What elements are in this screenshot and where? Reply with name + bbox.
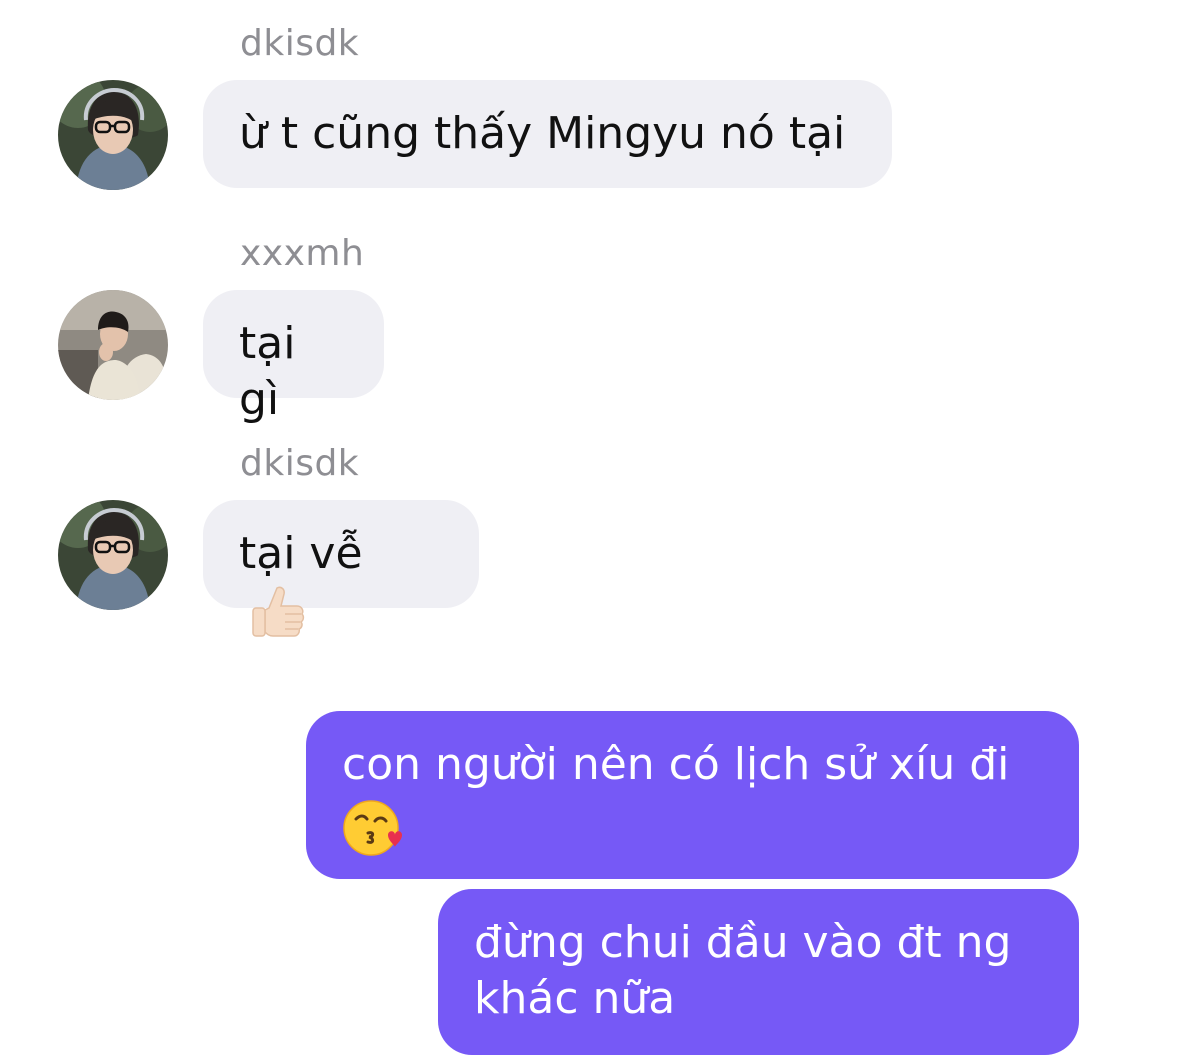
sender-name: dkisdk: [240, 23, 360, 64]
message-bubble[interactable]: ừ t cũng thấy Mingyu nó tại: [203, 80, 892, 188]
avatar-dkisdk-image: [58, 500, 168, 610]
avatar-dkisdk-image: [58, 80, 168, 190]
message-text: ừ t cũng thấy Mingyu nó tại: [239, 108, 846, 159]
avatar[interactable]: [58, 500, 168, 610]
sender-name: dkisdk: [240, 443, 360, 484]
message-text: con người nên có lịch sử xíu đi: [342, 739, 1010, 790]
sender-name: xxxmh: [240, 233, 365, 274]
message-text: tại vễ: [239, 528, 363, 579]
thumbs-up-icon: [247, 582, 307, 656]
avatar[interactable]: [58, 290, 168, 400]
message-bubble[interactable]: tại gì: [203, 290, 384, 425]
message-text: đừng chui đầu vào đt ng: [474, 917, 1012, 968]
avatar[interactable]: [58, 80, 168, 190]
face-blowing-kiss-icon: [342, 797, 1043, 873]
message-bubble[interactable]: đừng chui đầu vào đt ng khác nữa: [438, 889, 1079, 1055]
avatar-xxxmh-image: [58, 290, 168, 400]
message-bubble[interactable]: tại vễ: [203, 500, 479, 637]
message-bubble[interactable]: con người nên có lịch sử xíu đi: [306, 711, 1079, 879]
message-text: khác nữa: [474, 973, 676, 1024]
message-text: tại gì: [239, 318, 296, 425]
